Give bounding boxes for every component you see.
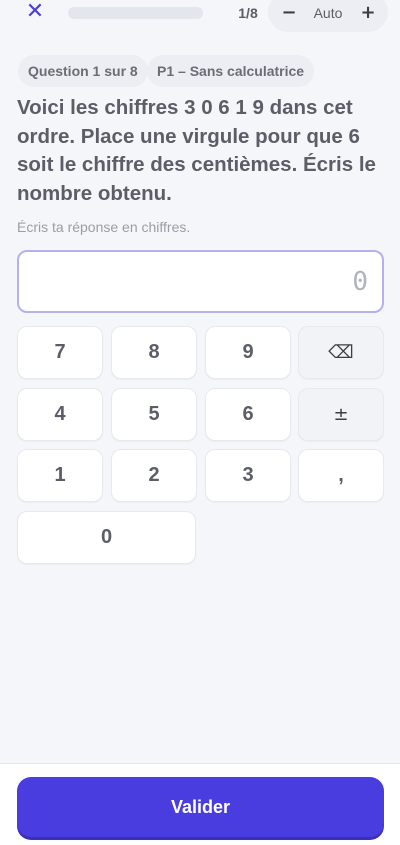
answer-field <box>17 250 384 313</box>
progress-bar <box>68 7 203 19</box>
question-number-chip: Question 1 sur 8 <box>18 55 148 87</box>
answer-input[interactable] <box>19 252 382 311</box>
key-8[interactable]: 8 <box>111 326 197 379</box>
submit-button[interactable]: Valider <box>17 777 384 837</box>
key-9[interactable]: 9 <box>205 326 291 379</box>
answer-hint: Écris ta réponse en chiffres. <box>17 219 191 235</box>
key-3[interactable]: 3 <box>205 449 291 502</box>
key-6[interactable]: 6 <box>205 388 291 441</box>
zoom-in-button[interactable]: + <box>356 2 380 24</box>
question-counter: 1/8 <box>238 5 258 21</box>
key-7[interactable]: 7 <box>17 326 103 379</box>
zoom-control: − Auto + <box>268 0 388 32</box>
zoom-level: Auto <box>313 5 343 21</box>
backspace-icon: ⌫ <box>328 342 354 363</box>
close-icon[interactable]: ✕ <box>24 0 46 24</box>
key-4[interactable]: 4 <box>17 388 103 441</box>
footer-bar: Valider <box>0 763 400 845</box>
top-bar: ✕ 1/8 − Auto + <box>0 0 400 32</box>
sign-key[interactable]: ± <box>298 388 384 441</box>
plus-minus-icon: ± <box>333 404 349 425</box>
zoom-out-button[interactable]: − <box>277 2 301 24</box>
key-0[interactable]: 0 <box>17 511 196 564</box>
key-5[interactable]: 5 <box>111 388 197 441</box>
question-text: Voici les chiffres 3 0 6 1 9 dans cet or… <box>17 96 376 205</box>
key-2[interactable]: 2 <box>111 449 197 502</box>
backspace-key[interactable]: ⌫ <box>298 326 384 379</box>
key-1[interactable]: 1 <box>17 449 103 502</box>
quiz-screen: ✕ 1/8 − Auto + Question 1 sur 8 P1 – San… <box>0 0 400 845</box>
section-chip: P1 – Sans calculatrice <box>147 55 315 87</box>
comma-key[interactable]: , <box>298 449 384 502</box>
